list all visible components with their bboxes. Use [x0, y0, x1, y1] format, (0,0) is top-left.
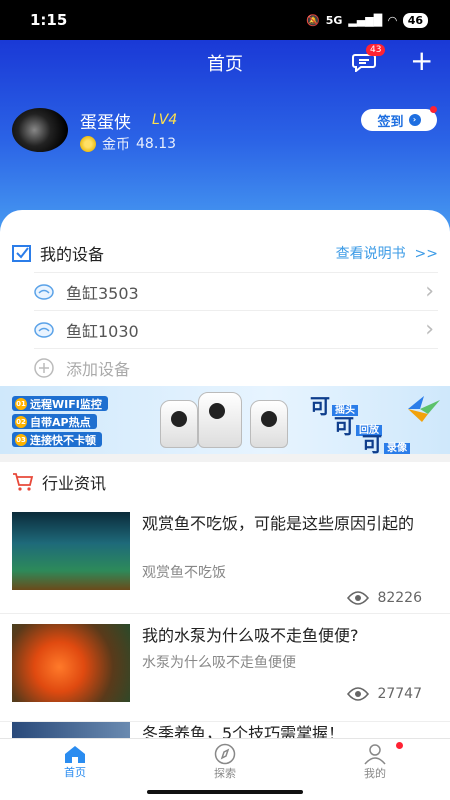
- news-item-subtitle: 水泵为什么吸不走鱼便便: [142, 655, 296, 671]
- banner-feature: 01 远程WIFI监控: [12, 396, 108, 411]
- coin-row: 金币 48.13: [80, 134, 176, 154]
- promo-banner[interactable]: 01 远程WIFI监控 02 自带AP热点 03 连接快不卡顿 可摇头 可回放 …: [0, 386, 450, 454]
- tab-home-label: 首页: [64, 765, 86, 779]
- coin-value: 48.13: [136, 136, 177, 152]
- banner-feature: 03 连接快不卡顿: [12, 432, 102, 447]
- wifi-icon: ◠: [388, 13, 397, 27]
- brand-logo-icon: [408, 396, 440, 422]
- compass-icon: [214, 743, 236, 764]
- news-thumbnail: [12, 512, 130, 590]
- tab-home[interactable]: 首页: [0, 739, 150, 784]
- cart-icon: [13, 473, 34, 491]
- view-count-value: 82226: [377, 590, 422, 606]
- chevron-right-icon: ›: [425, 317, 434, 342]
- fish-tank-icon: [34, 321, 54, 338]
- tab-mine[interactable]: 我的: [300, 739, 450, 784]
- manual-link-label: 查看说明书: [335, 246, 406, 262]
- camera-image: [198, 392, 242, 448]
- camera-image: [250, 400, 288, 448]
- checkin-label: 签到: [377, 114, 404, 130]
- news-header: 行业资讯: [12, 470, 106, 494]
- add-icon[interactable]: +: [410, 47, 433, 75]
- eye-icon: [347, 591, 370, 605]
- username: 蛋蛋侠: [80, 113, 131, 133]
- banner-feature-text: 自带AP热点: [30, 415, 91, 429]
- arrow-right-circle-icon: ›: [408, 114, 421, 126]
- device-name: 鱼缸3503: [66, 283, 139, 303]
- view-count: 82226: [347, 590, 422, 606]
- user-icon: [364, 743, 386, 764]
- notification-dot: [396, 742, 403, 749]
- manual-link-arrow: >>: [414, 246, 438, 262]
- banner-tag-small: 录像: [384, 443, 410, 454]
- banner-tag-big: 可: [334, 414, 354, 438]
- signal-icon: ▂▄▆█: [348, 13, 383, 27]
- news-item[interactable]: 观赏鱼不吃饭，可能是这些原因引起的 观赏鱼不吃饭 82226: [0, 500, 450, 614]
- chevron-right-icon: ›: [425, 279, 434, 304]
- add-device-row[interactable]: 添加设备: [34, 348, 438, 386]
- tab-explore-label: 探索: [214, 766, 236, 780]
- tab-bar: 首页 探索 我的: [0, 738, 450, 784]
- banner-feature-text: 连接快不卡顿: [30, 433, 96, 447]
- device-name: 鱼缸1030: [66, 321, 139, 341]
- view-count-value: 27747: [377, 686, 422, 702]
- status-bar: 1:15 🔕 5G ▂▄▆█ ◠ 46: [0, 0, 450, 40]
- checkbox-icon: [12, 245, 31, 262]
- devices-title: 我的设备: [40, 245, 105, 264]
- home-indicator: [0, 784, 450, 800]
- network-label: 5G: [325, 13, 343, 27]
- banner-number: 02: [15, 415, 27, 428]
- banner-tag: 可录像: [362, 428, 410, 454]
- status-time: 1:15: [30, 11, 68, 29]
- camera-image: [160, 400, 198, 448]
- news-item-title: 冬季养鱼，5个技巧需掌握！: [142, 724, 345, 738]
- checkin-button[interactable]: 签到 ›: [361, 109, 437, 131]
- home-icon: [65, 745, 85, 763]
- notification-dot: [430, 106, 437, 113]
- banner-tag-big: 可: [362, 432, 382, 454]
- banner-number: 03: [15, 433, 27, 446]
- banner-tag-big: 可: [310, 394, 330, 418]
- news-item-title: 观赏鱼不吃饭，可能是这些原因引起的: [142, 514, 415, 533]
- message-count-badge: 43: [366, 44, 386, 56]
- eye-icon: [347, 687, 370, 701]
- fish-tank-icon: [34, 283, 54, 300]
- plus-circle-icon: [34, 357, 54, 378]
- banner-feature-text: 远程WIFI监控: [30, 397, 102, 411]
- mute-icon: 🔕: [305, 13, 320, 27]
- tab-explore[interactable]: 探索: [150, 739, 300, 784]
- device-row[interactable]: 鱼缸1030 ›: [34, 310, 438, 348]
- device-row[interactable]: 鱼缸3503 ›: [34, 272, 438, 310]
- manual-link[interactable]: 查看说明书 >>: [336, 243, 438, 263]
- coin-label: 金币: [102, 137, 130, 153]
- tab-mine-label: 我的: [364, 766, 386, 780]
- news-title: 行业资讯: [42, 474, 107, 493]
- news-thumbnail: [12, 624, 130, 702]
- status-icons: 🔕 5G ▂▄▆█ ◠ 46: [305, 12, 428, 28]
- news-item[interactable]: 冬季养鱼，5个技巧需掌握！: [0, 722, 450, 738]
- battery-icon: 46: [402, 12, 428, 28]
- banner-number: 01: [15, 397, 27, 410]
- view-count: 27747: [347, 686, 422, 702]
- coin-icon: [80, 136, 96, 152]
- add-device-label: 添加设备: [66, 359, 131, 379]
- news-item-subtitle: 观赏鱼不吃饭: [142, 565, 226, 581]
- news-thumbnail: [12, 722, 130, 738]
- news-item-title: 我的水泵为什么吸不走鱼便便?: [142, 626, 359, 645]
- devices-header: 我的设备 查看说明书 >>: [12, 241, 442, 265]
- avatar[interactable]: [12, 108, 68, 152]
- news-item[interactable]: 我的水泵为什么吸不走鱼便便? 水泵为什么吸不走鱼便便 27747: [0, 614, 450, 722]
- banner-feature: 02 自带AP热点: [12, 414, 97, 429]
- user-level: LV4: [152, 112, 178, 128]
